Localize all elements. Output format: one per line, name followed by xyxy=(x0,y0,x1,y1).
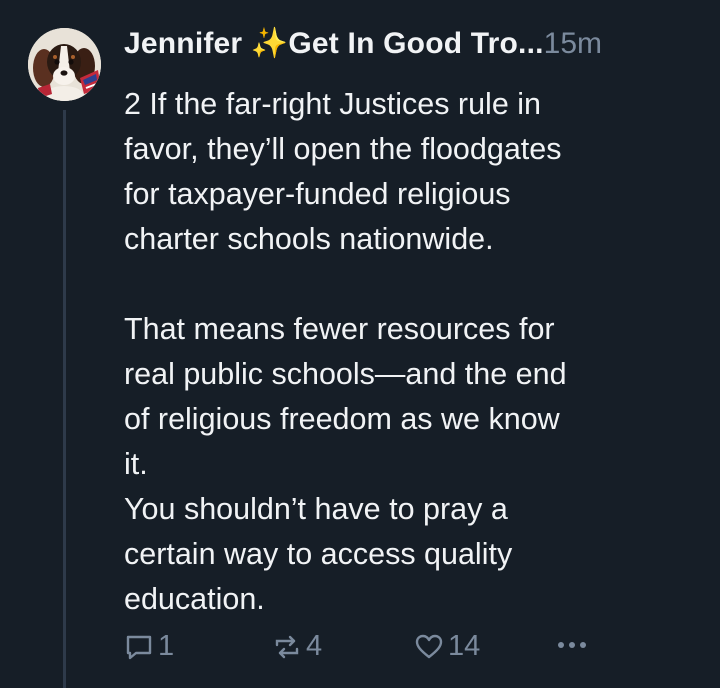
avatar[interactable] xyxy=(28,28,101,101)
post-content: Jennifer ✨Get In Good Tro... 15m 2 If th… xyxy=(124,26,694,622)
repost-count: 4 xyxy=(306,630,323,662)
more-options-button[interactable] xyxy=(556,638,588,652)
dog-avatar-icon xyxy=(28,28,101,101)
post-header: Jennifer ✨Get In Good Tro... 15m xyxy=(124,26,694,70)
more-options-icon xyxy=(558,642,586,648)
repost-button[interactable]: 4 xyxy=(272,630,322,663)
repost-icon xyxy=(275,635,299,658)
thread-line xyxy=(63,110,66,688)
like-button[interactable]: 14 xyxy=(414,630,480,663)
author-name[interactable]: Jennifer ✨Get In Good Tro... xyxy=(124,26,544,61)
post-actions: 1 4 14 xyxy=(124,630,594,674)
post: Jennifer ✨Get In Good Tro... 15m 2 If th… xyxy=(0,0,720,688)
reply-count: 1 xyxy=(158,630,175,662)
heart-icon xyxy=(415,634,443,658)
reply-button[interactable]: 1 xyxy=(124,630,174,663)
post-text: 2 If the far-right Justices rule in favo… xyxy=(124,87,567,616)
like-count: 14 xyxy=(448,630,481,662)
reply-icon xyxy=(126,635,152,659)
post-timestamp[interactable]: 15m xyxy=(544,27,602,61)
